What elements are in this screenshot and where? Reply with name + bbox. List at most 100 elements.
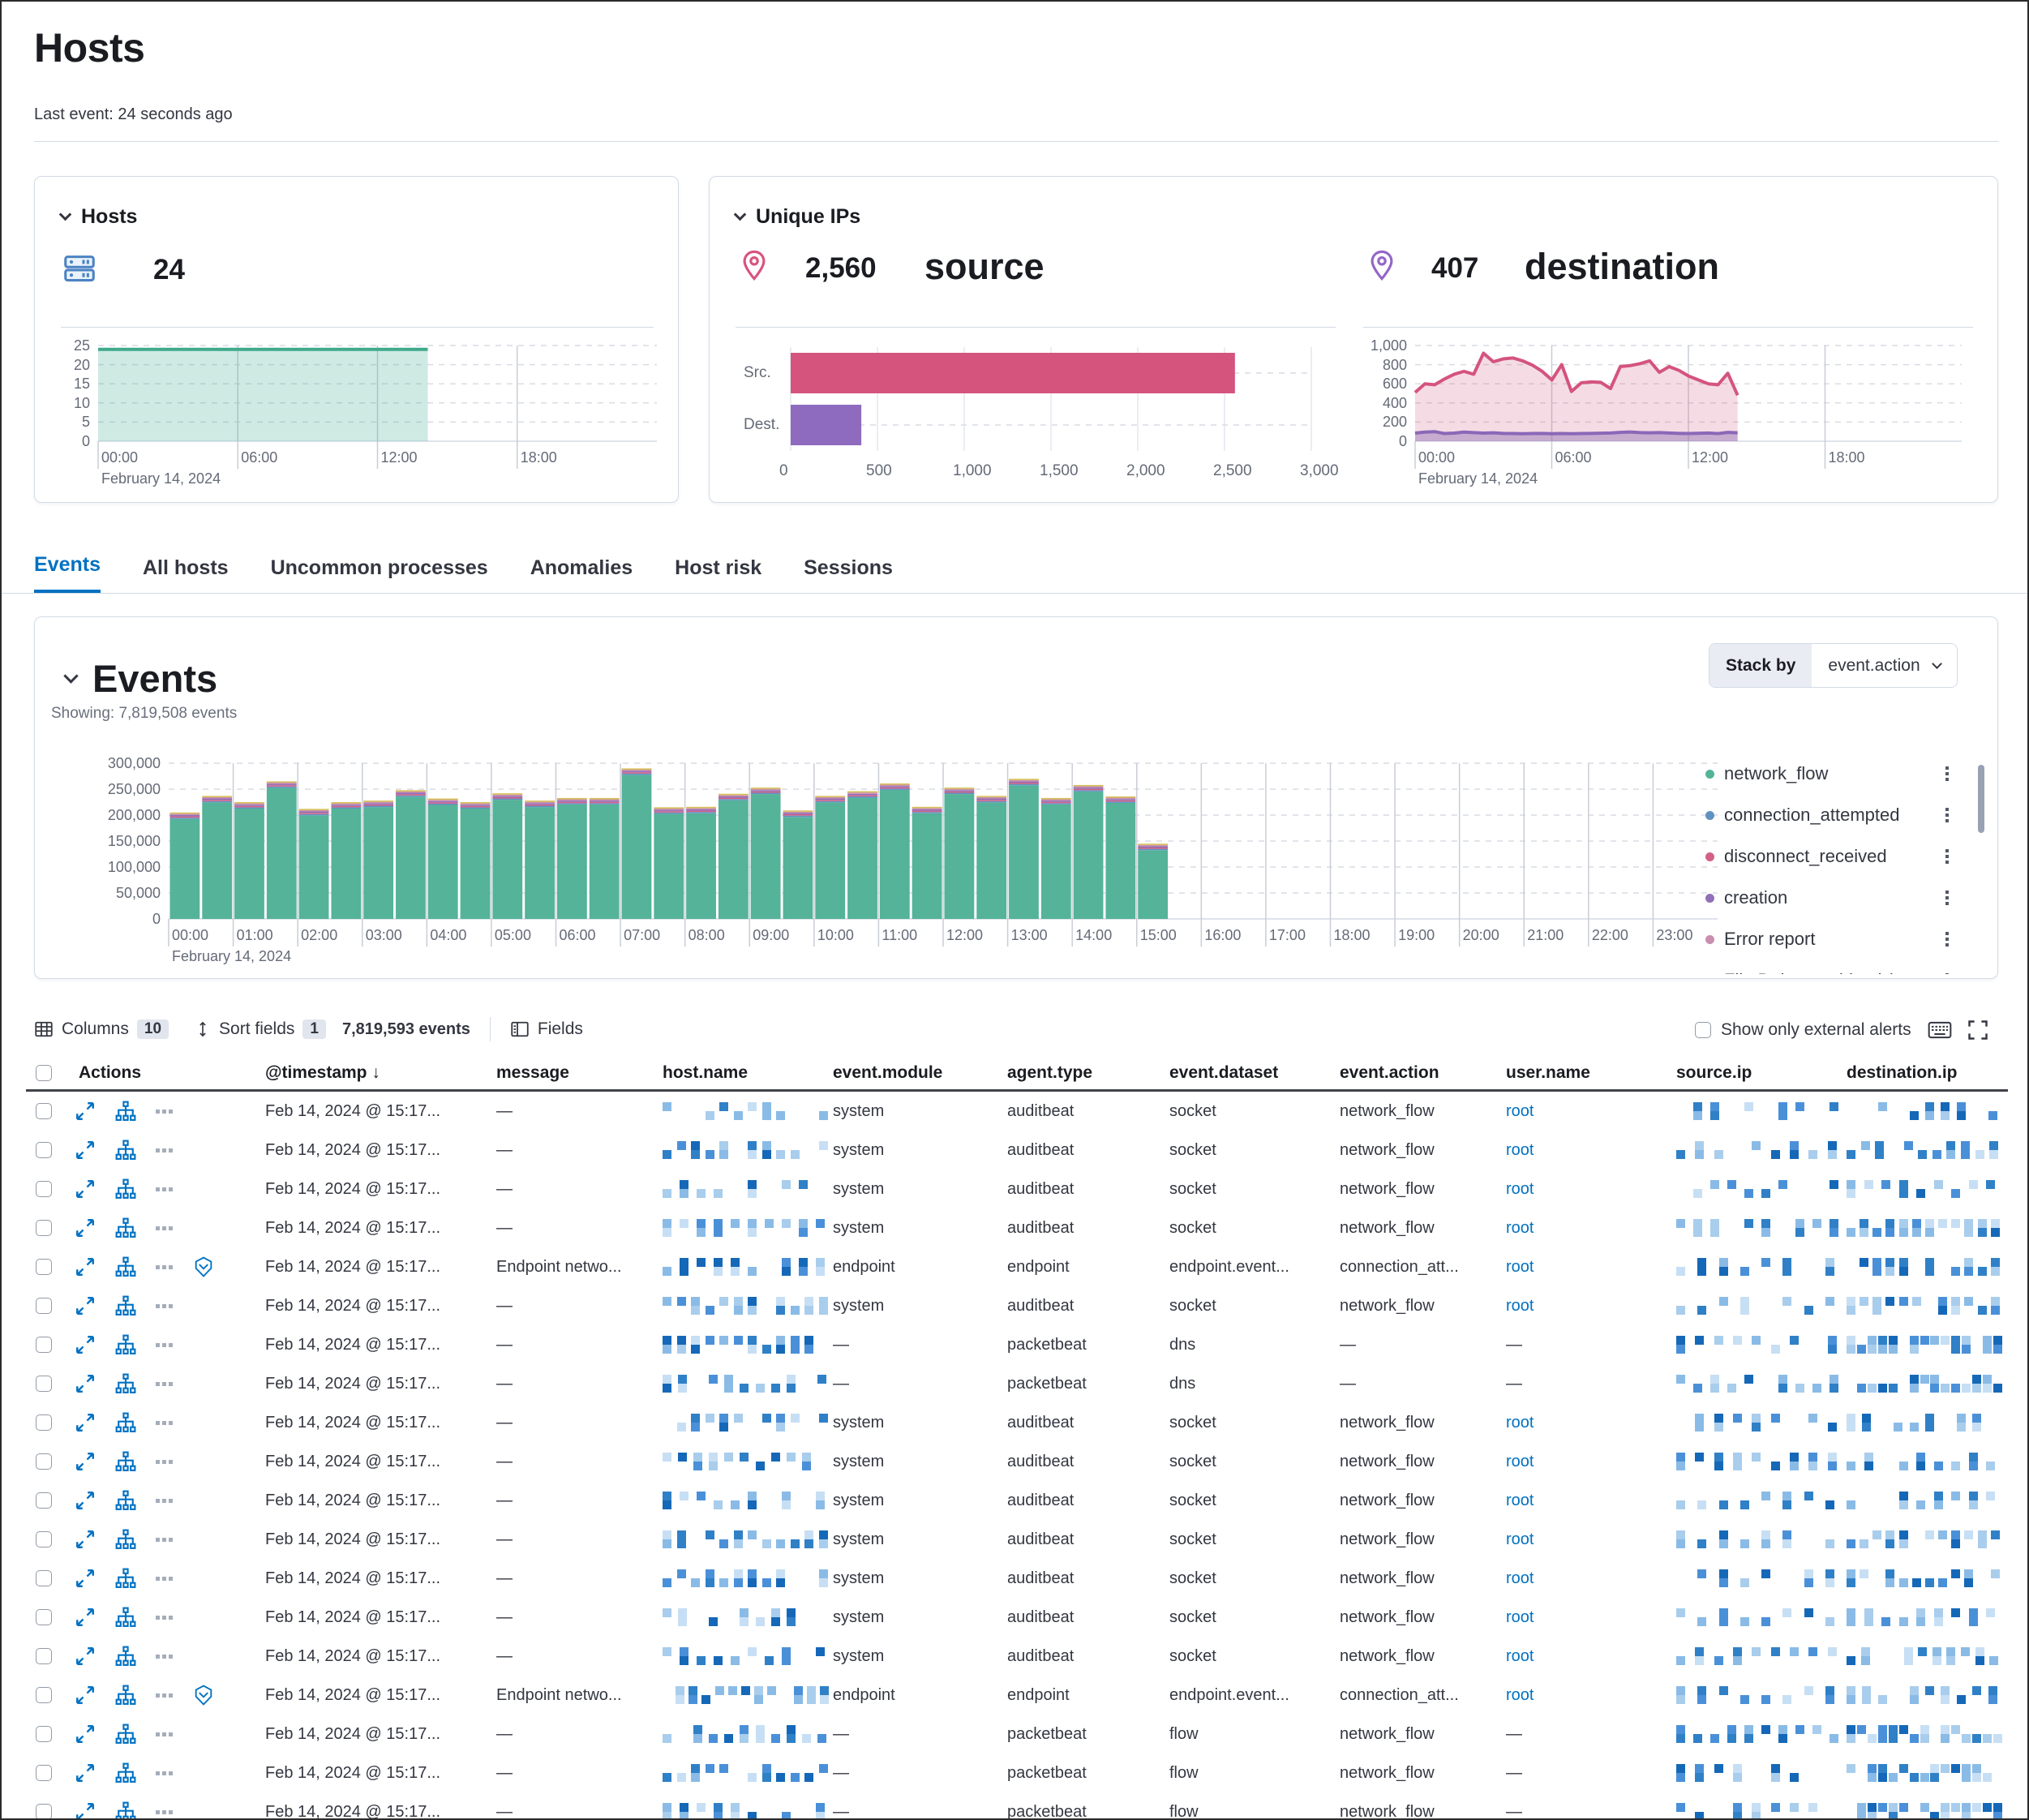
cell-host-name[interactable] — [663, 1608, 833, 1626]
cell-message[interactable]: — — [496, 1297, 663, 1316]
cell-host-name[interactable] — [663, 1492, 833, 1509]
cell-timestamp[interactable]: Feb 14, 2024 @ 15:17... — [265, 1180, 496, 1199]
cell-event-module[interactable]: — — [833, 1336, 1007, 1354]
row-checkbox[interactable] — [36, 1804, 52, 1820]
legend-label[interactable]: connection_attempted — [1724, 805, 1936, 826]
cell-timestamp[interactable]: Feb 14, 2024 @ 15:17... — [265, 1141, 496, 1160]
more-actions-icon[interactable] — [156, 1304, 173, 1308]
cell-agent-type[interactable]: auditbeat — [1007, 1608, 1169, 1627]
cell-host-name[interactable] — [663, 1569, 833, 1587]
cell-message[interactable]: — — [496, 1453, 663, 1471]
cell-agent-type[interactable]: auditbeat — [1007, 1141, 1169, 1160]
cell-source-ip[interactable] — [1676, 1180, 1847, 1198]
more-actions-icon[interactable] — [156, 1421, 173, 1425]
more-actions-icon[interactable] — [156, 1499, 173, 1503]
cell-message[interactable]: Endpoint netwo... — [496, 1686, 663, 1705]
more-actions-icon[interactable] — [156, 1655, 173, 1659]
cell-agent-type[interactable]: endpoint — [1007, 1258, 1169, 1277]
cell-destination-ip[interactable] — [1847, 1102, 2004, 1120]
more-actions-icon[interactable] — [156, 1577, 173, 1581]
column-header-username[interactable]: user.name — [1506, 1063, 1676, 1083]
cell-source-ip[interactable] — [1676, 1375, 1847, 1393]
cell-event-dataset[interactable]: endpoint.event... — [1169, 1686, 1340, 1705]
expand-event-icon[interactable] — [75, 1217, 96, 1238]
cell-event-dataset[interactable]: socket — [1169, 1453, 1340, 1471]
cell-host-name[interactable] — [663, 1764, 833, 1782]
cell-timestamp[interactable]: Feb 14, 2024 @ 15:17... — [265, 1375, 496, 1393]
cell-agent-type[interactable]: packetbeat — [1007, 1336, 1169, 1354]
cell-agent-type[interactable]: endpoint — [1007, 1686, 1169, 1705]
cell-event-dataset[interactable]: endpoint.event... — [1169, 1258, 1340, 1277]
expand-event-icon[interactable] — [75, 1529, 96, 1550]
more-actions-icon[interactable] — [156, 1226, 173, 1230]
cell-message[interactable]: — — [496, 1102, 663, 1121]
cell-source-ip[interactable] — [1676, 1686, 1847, 1704]
cell-message[interactable]: — — [496, 1375, 663, 1393]
analyze-event-icon[interactable] — [115, 1217, 136, 1238]
cell-event-action[interactable]: network_flow — [1340, 1219, 1506, 1238]
cell-destination-ip[interactable] — [1847, 1219, 2004, 1237]
cell-destination-ip[interactable] — [1847, 1141, 2004, 1159]
expand-event-icon[interactable] — [75, 1373, 96, 1394]
expand-event-icon[interactable] — [75, 1451, 96, 1472]
more-actions-icon[interactable] — [156, 1538, 173, 1542]
row-checkbox[interactable] — [36, 1298, 52, 1314]
analyze-event-icon[interactable] — [115, 1568, 136, 1589]
expand-event-icon[interactable] — [75, 1256, 96, 1277]
cell-host-name[interactable] — [663, 1297, 833, 1315]
analyze-event-icon[interactable] — [115, 1685, 136, 1706]
cell-destination-ip[interactable] — [1847, 1414, 2004, 1432]
cell-event-module[interactable]: system — [833, 1492, 1007, 1510]
cell-user-name[interactable]: root — [1506, 1102, 1676, 1121]
cell-message[interactable]: — — [496, 1492, 663, 1510]
analyze-event-icon[interactable] — [115, 1762, 136, 1784]
fullscreen-icon[interactable] — [1967, 1019, 1989, 1041]
cell-source-ip[interactable] — [1676, 1803, 1847, 1820]
cell-event-module[interactable]: endpoint — [833, 1258, 1007, 1277]
cell-event-module[interactable]: system — [833, 1297, 1007, 1316]
cell-event-action[interactable]: connection_att... — [1340, 1258, 1506, 1277]
analyze-event-icon[interactable] — [115, 1295, 136, 1316]
cell-source-ip[interactable] — [1676, 1725, 1847, 1743]
more-actions-icon[interactable] — [156, 1110, 173, 1114]
cell-event-module[interactable]: system — [833, 1180, 1007, 1199]
cell-agent-type[interactable]: auditbeat — [1007, 1569, 1169, 1588]
cell-source-ip[interactable] — [1676, 1764, 1847, 1782]
cell-destination-ip[interactable] — [1847, 1297, 2004, 1315]
more-actions-icon[interactable] — [156, 1771, 173, 1775]
fields-button[interactable]: Fields — [510, 1019, 583, 1039]
expand-event-icon[interactable] — [75, 1334, 96, 1355]
cell-event-action[interactable]: network_flow — [1340, 1141, 1506, 1160]
analyze-event-icon[interactable] — [115, 1529, 136, 1550]
cell-destination-ip[interactable] — [1847, 1686, 2004, 1704]
cell-event-dataset[interactable]: socket — [1169, 1102, 1340, 1121]
column-header-sourceip[interactable]: source.ip — [1676, 1063, 1847, 1083]
cell-event-action[interactable]: network_flow — [1340, 1492, 1506, 1510]
cell-event-action[interactable]: — — [1340, 1375, 1506, 1393]
cell-event-module[interactable]: system — [833, 1102, 1007, 1121]
legend-scrollbar[interactable] — [1978, 765, 1984, 833]
cell-message[interactable]: — — [496, 1803, 663, 1820]
cell-timestamp[interactable]: Feb 14, 2024 @ 15:17... — [265, 1725, 496, 1744]
cell-timestamp[interactable]: Feb 14, 2024 @ 15:17... — [265, 1647, 496, 1666]
cell-host-name[interactable] — [663, 1219, 833, 1237]
collapse-chevron-icon[interactable] — [734, 208, 747, 221]
cell-timestamp[interactable]: Feb 14, 2024 @ 15:17... — [265, 1102, 496, 1121]
cell-host-name[interactable] — [663, 1336, 833, 1354]
collapse-chevron-icon[interactable] — [59, 208, 72, 221]
column-header-timestamp[interactable]: @timestamp ↓ — [265, 1063, 496, 1083]
cell-host-name[interactable] — [663, 1141, 833, 1159]
cell-user-name[interactable]: root — [1506, 1453, 1676, 1471]
cell-host-name[interactable] — [663, 1102, 833, 1120]
cell-event-module[interactable]: system — [833, 1141, 1007, 1160]
cell-event-module[interactable]: system — [833, 1647, 1007, 1666]
analyze-event-icon[interactable] — [115, 1178, 136, 1200]
expand-event-icon[interactable] — [75, 1607, 96, 1628]
legend-label[interactable]: network_flow — [1724, 763, 1936, 784]
legend-label[interactable]: disconnect_received — [1724, 846, 1936, 867]
cell-event-module[interactable]: system — [833, 1608, 1007, 1627]
cell-event-action[interactable]: network_flow — [1340, 1180, 1506, 1199]
more-actions-icon[interactable] — [156, 1382, 173, 1386]
column-header-eventdataset[interactable]: event.dataset — [1169, 1063, 1340, 1083]
cell-source-ip[interactable] — [1676, 1297, 1847, 1315]
